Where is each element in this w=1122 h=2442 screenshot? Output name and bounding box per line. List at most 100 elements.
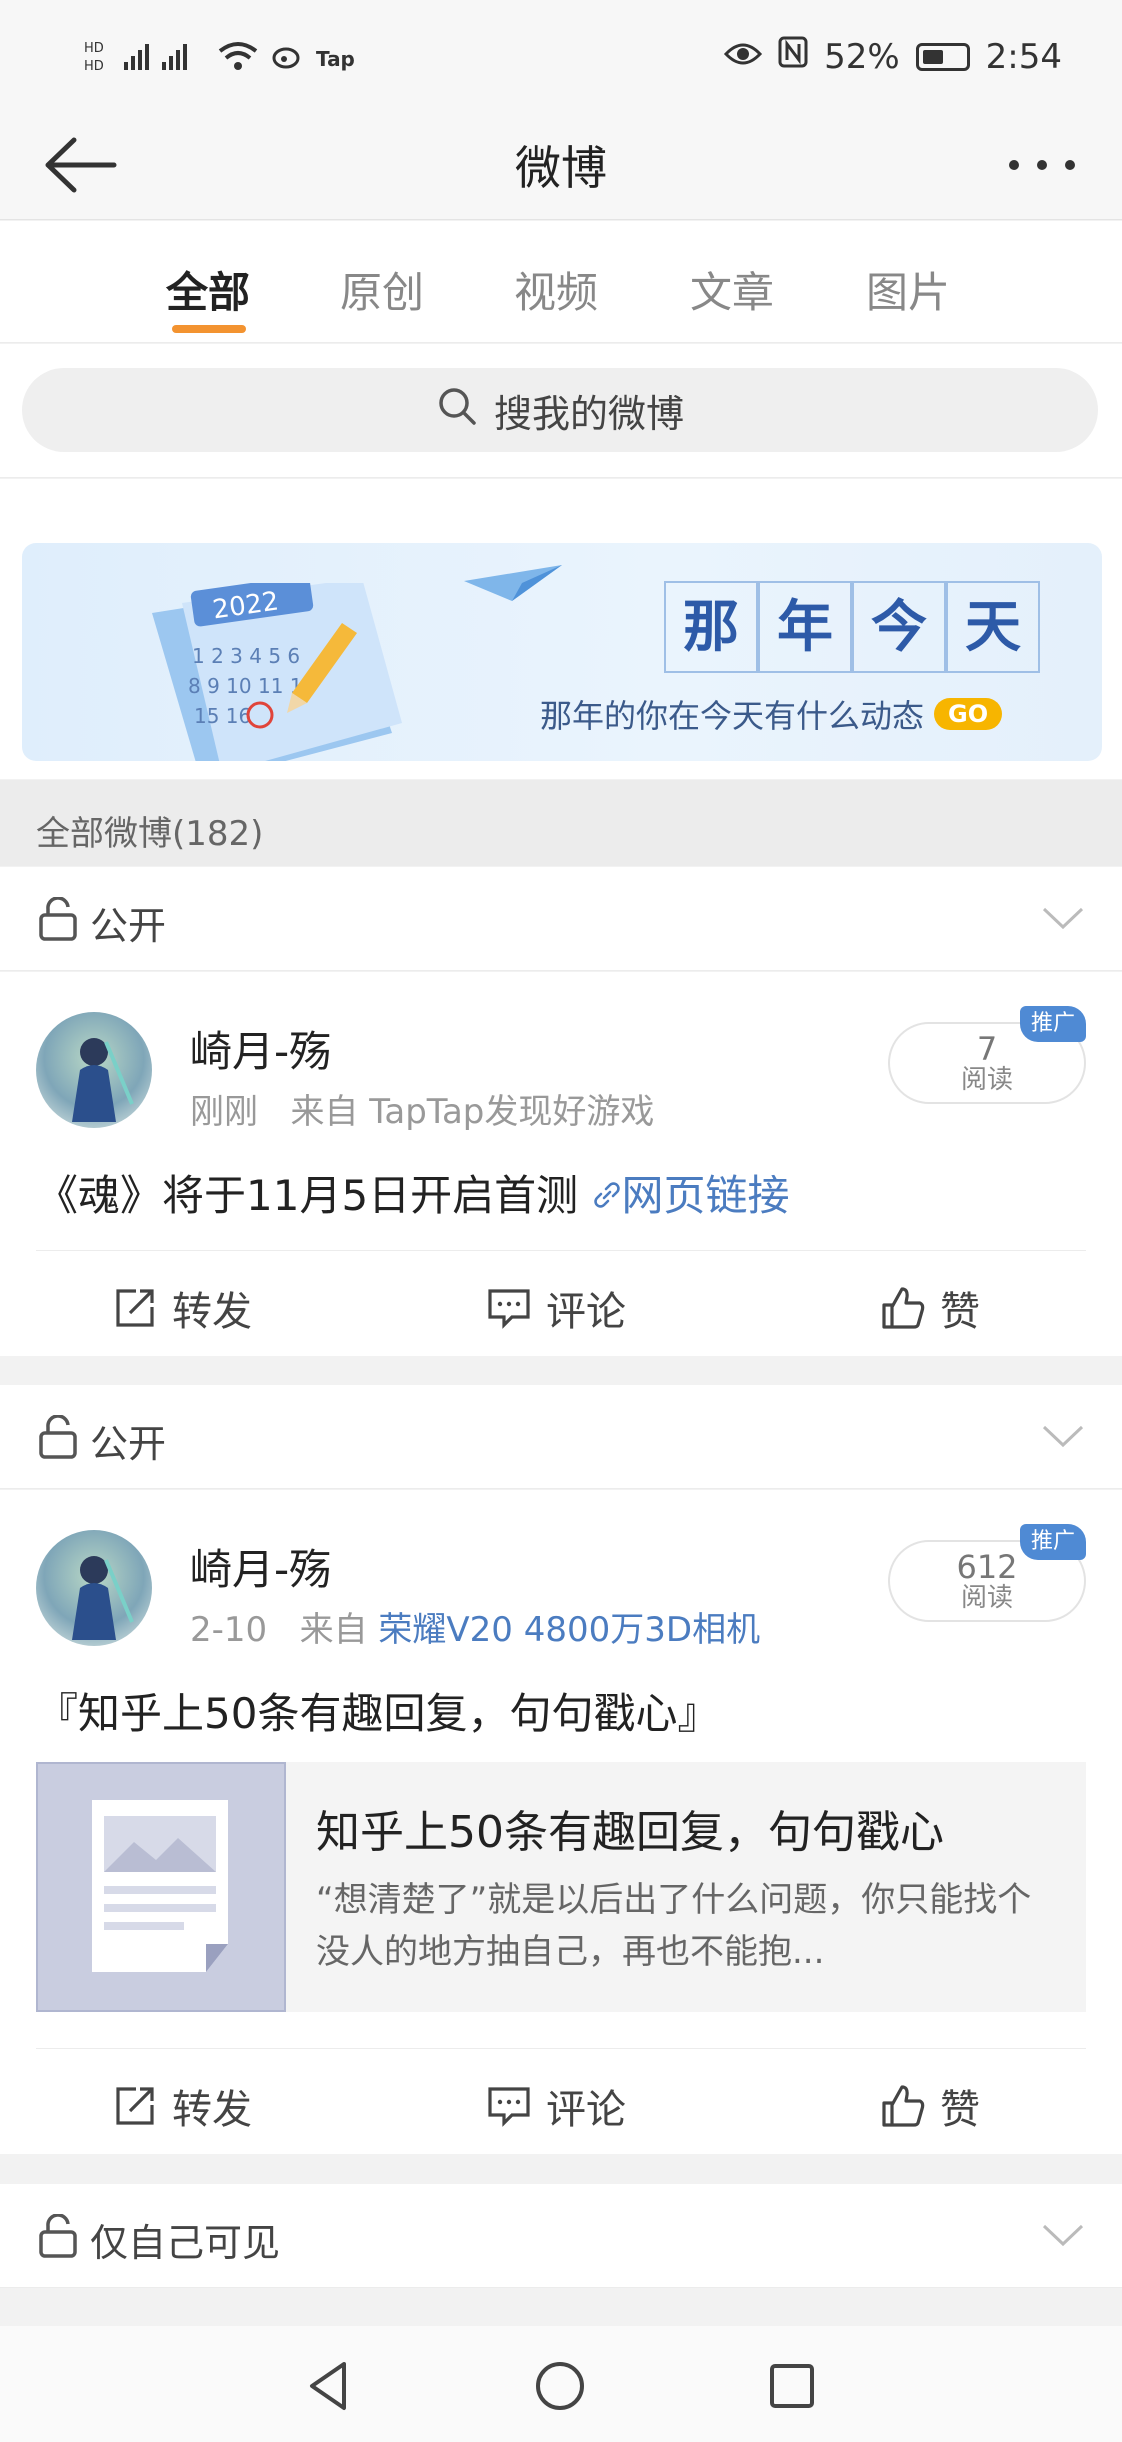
post-card: 崎月-殇 2-10 来自 荣耀V20 4800万3D相机 612 阅读 推广 『…: [0, 1490, 1122, 2154]
comment-icon: [488, 1289, 530, 1329]
visibility-label: 公开: [90, 904, 167, 948]
post-time: 2-10: [190, 1610, 268, 1650]
eye-icon: [723, 37, 763, 77]
network-indicators: HD HD Tap: [84, 36, 355, 82]
banner-subtitle-text: 那年的你在今天有什么动态: [540, 697, 925, 735]
tab-original[interactable]: 原创: [340, 259, 424, 320]
tab-all[interactable]: 全部: [166, 259, 250, 320]
page-title: 微博: [515, 141, 607, 195]
thumbs-up-icon: [882, 2085, 925, 2127]
post-count: 全部微博(182): [36, 814, 264, 854]
svg-text:15 16: 15 16: [194, 704, 251, 728]
article-thumbnail: [36, 1762, 286, 2012]
repost-label: 转发: [172, 1289, 252, 1335]
banner-title-char: 那: [664, 581, 758, 673]
chevron-down-icon[interactable]: [1040, 1421, 1086, 1451]
repost-icon: [116, 1289, 154, 1327]
status-bar: HD HD Tap 52% 2:54: [0, 0, 1122, 110]
calendar-illustration: 2022 1 2 3 4 5 6 8 9 10 11 12 15 16: [152, 583, 402, 761]
comment-label: 评论: [546, 1289, 626, 1335]
post-meta: 2-10 来自 荣耀V20 4800万3D相机: [190, 1602, 760, 1651]
unlock-icon: [39, 1415, 77, 1459]
home-nav-icon[interactable]: [530, 2356, 590, 2416]
svg-text:HD: HD: [84, 41, 104, 56]
paper-plane-icon: [464, 565, 562, 601]
title-bar: 微博: [0, 110, 1122, 220]
banner-section: 2022 1 2 3 4 5 6 8 9 10 11 12 15 16 那 年 …: [0, 479, 1122, 779]
article-description: “想清楚了”就是以后出了什么问题，你只能找个没人的地方抽自己，再也不能抱...: [316, 1880, 1032, 1972]
clock: 2:54: [985, 36, 1062, 77]
system-nav-bar: [0, 2326, 1122, 2442]
like-button[interactable]: 赞: [880, 1279, 980, 1337]
go-button[interactable]: GO: [934, 698, 1003, 730]
signal-icon: HD HD: [84, 36, 204, 82]
battery-percent: 52%: [824, 36, 900, 77]
read-label: 阅读: [960, 1065, 1013, 1095]
unlock-icon: [39, 2214, 77, 2258]
svg-text:HD: HD: [84, 59, 104, 74]
filter-tabs: 全部 原创 视频 文章 图片: [0, 221, 1122, 343]
more-options-icon[interactable]: [1002, 140, 1082, 190]
search-section: 搜我的微博: [0, 344, 1122, 478]
read-label: 阅读: [960, 1583, 1013, 1613]
like-button[interactable]: 赞: [880, 2077, 980, 2135]
active-tab-indicator: [172, 325, 246, 333]
post-source: TapTap发现好游戏: [369, 1092, 655, 1132]
post-actions: 转发 评论 赞: [36, 1250, 1086, 1354]
article-card[interactable]: 知乎上50条有趣回复，句句戳心 “想清楚了”就是以后出了什么问题，你只能找个没人…: [36, 1762, 1086, 2012]
banner-title: 那 年 今 天: [664, 581, 1040, 673]
banner-title-char: 今: [852, 581, 946, 673]
tab-picture[interactable]: 图片: [866, 259, 950, 320]
nfc-icon: [778, 36, 808, 77]
visibility-label: 仅自己可见: [90, 2221, 281, 2265]
chevron-down-icon[interactable]: [1040, 2220, 1086, 2250]
post-body: 《魂》将于11月5日开启首测: [36, 1171, 579, 1220]
wifi-icon: [218, 39, 258, 79]
post-body: 『知乎上50条有趣回复，句句戳心』: [36, 1689, 720, 1738]
tab-video[interactable]: 视频: [514, 259, 598, 320]
recents-nav-icon[interactable]: [762, 2356, 822, 2416]
back-nav-icon[interactable]: [300, 2356, 360, 2416]
comment-button[interactable]: 评论: [486, 2077, 626, 2135]
web-link-label: 网页链接: [621, 1171, 790, 1220]
app-hint: Tap: [316, 47, 355, 71]
banner-title-char: 天: [946, 581, 1040, 673]
thumbs-up-icon: [882, 1287, 925, 1329]
avatar[interactable]: [36, 1530, 152, 1646]
post-count-bar: 全部微博(182): [0, 780, 1122, 866]
svg-text:1 2 3 4 5 6: 1 2 3 4 5 6: [192, 644, 300, 668]
visibility-row[interactable]: 公开: [0, 1385, 1122, 1489]
search-input[interactable]: 搜我的微博: [22, 368, 1098, 452]
post-card: 崎月-殇 刚刚 来自 TapTap发现好游戏 7 阅读 推广 《魂》将于11月5…: [0, 972, 1122, 1356]
source-prefix: 来自: [299, 1610, 368, 1650]
comment-label: 评论: [546, 2087, 626, 2133]
unlock-icon: [39, 897, 77, 941]
avatar[interactable]: [36, 1012, 152, 1128]
post-source[interactable]: 荣耀V20 4800万3D相机: [378, 1610, 760, 1650]
repost-button[interactable]: 转发: [112, 2077, 252, 2135]
visibility-row[interactable]: 公开: [0, 867, 1122, 971]
battery-icon: [915, 42, 970, 71]
username[interactable]: 崎月-殇: [190, 1018, 331, 1079]
web-link[interactable]: 网页链接: [592, 1171, 790, 1220]
promote-badge[interactable]: 推广: [1020, 1524, 1086, 1560]
memory-banner[interactable]: 2022 1 2 3 4 5 6 8 9 10 11 12 15 16 那 年 …: [22, 543, 1102, 761]
visibility-row[interactable]: 仅自己可见: [0, 2184, 1122, 2288]
repost-button[interactable]: 转发: [112, 1279, 252, 1337]
chevron-down-icon[interactable]: [1040, 903, 1086, 933]
repost-icon: [116, 2087, 154, 2125]
like-label: 赞: [940, 2087, 980, 2133]
search-icon: [436, 385, 478, 436]
tab-article[interactable]: 文章: [690, 259, 774, 320]
banner-subtitle: 那年的你在今天有什么动态 GO: [540, 691, 1003, 737]
visibility-label: 公开: [90, 1422, 167, 1466]
article-title: 知乎上50条有趣回复，句句戳心: [316, 1807, 944, 1858]
username[interactable]: 崎月-殇: [190, 1536, 331, 1597]
promote-badge[interactable]: 推广: [1020, 1006, 1086, 1042]
comment-icon: [488, 2087, 530, 2127]
source-prefix: 来自: [290, 1092, 359, 1132]
link-icon: [593, 1182, 620, 1208]
comment-button[interactable]: 评论: [486, 1279, 626, 1337]
banner-title-char: 年: [758, 581, 852, 673]
post-actions: 转发 评论 赞: [36, 2048, 1086, 2152]
